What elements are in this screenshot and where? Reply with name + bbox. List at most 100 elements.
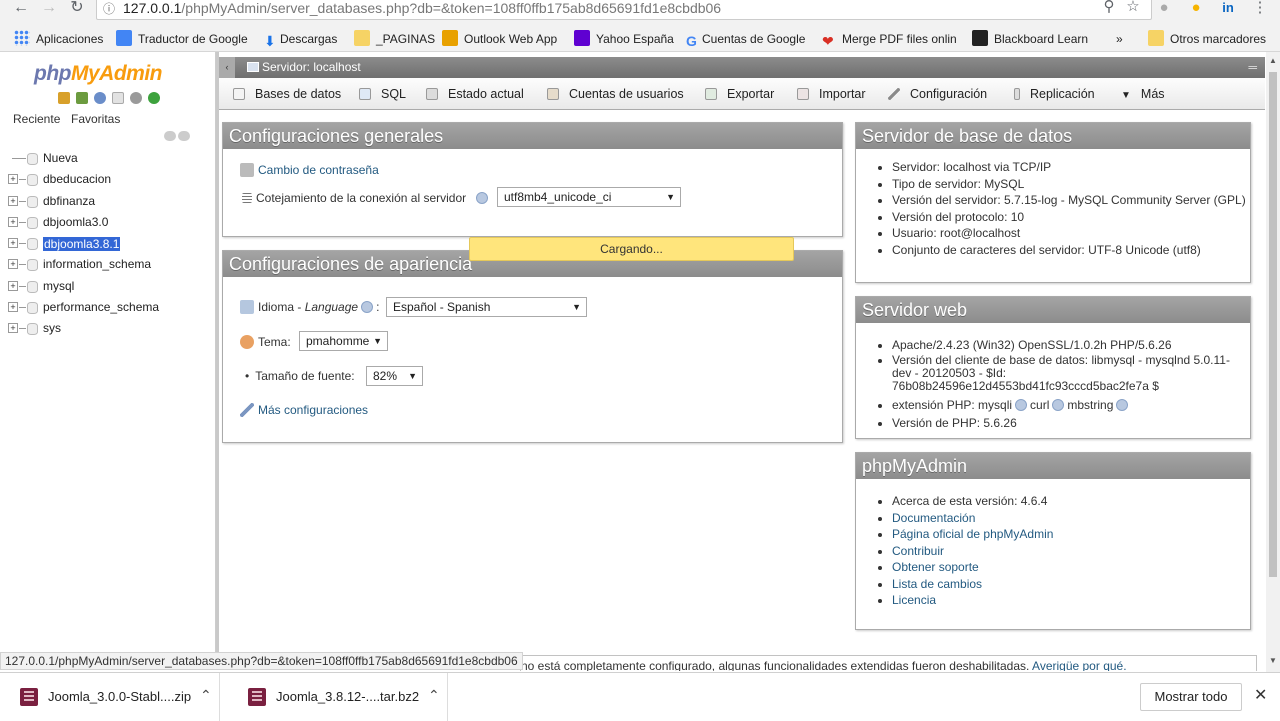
folder-icon [1148,30,1164,46]
tree-item-db[interactable]: + dbeducacion [0,169,216,190]
bookmark-google-accounts[interactable]: G Cuentas de Google [686,30,805,49]
tree-item-db[interactable]: + dbfinanza [0,191,216,212]
expand-icon[interactable]: + [8,280,18,291]
tab-recent[interactable]: Reciente [13,112,60,126]
expand-icon[interactable]: + [8,195,18,206]
wrench-icon [888,88,900,100]
tab-databases[interactable]: Bases de datos [233,78,341,110]
bookmark-translate[interactable]: Traductor de Google [116,30,248,48]
pma-logo[interactable]: phpMyAdmin [34,62,162,86]
tab-settings[interactable]: Configuración [888,78,987,110]
help-icon[interactable] [1116,398,1129,411]
collapse-topbar-icon[interactable]: ═ [1248,57,1257,78]
tree-item-new[interactable]: Nueva [0,148,216,169]
changelog-link[interactable]: Lista de cambios [892,577,982,591]
support-link[interactable]: Obtener soporte [892,560,979,574]
tree-item-db[interactable]: + performance_schema [0,297,216,318]
menu-icon[interactable]: ⋮ [1250,0,1270,18]
back-icon[interactable]: ← [10,0,32,18]
loading-indicator: Cargando... [469,237,794,261]
tree-item-db[interactable]: + mysql [0,276,216,297]
tab-more[interactable]: ▼ Más [1121,78,1165,110]
expand-icon[interactable]: + [8,238,18,249]
bookmark-downloads[interactable]: ⬇ Descargas [264,30,337,49]
collapse-all-icon[interactable] [164,131,176,141]
show-all-button[interactable]: Mostrar todo [1140,683,1242,711]
tree-item-db[interactable]: + dbjoomla3.8.1 [0,233,216,254]
help-icon[interactable] [1015,398,1028,411]
bookmarks-overflow[interactable]: » [1116,30,1123,48]
reload-icon[interactable]: ↻ [66,0,88,18]
close-icon[interactable]: ✕ [1254,685,1267,705]
collapse-nav-icon[interactable]: ‹ [219,57,235,78]
bookmark-paginas[interactable]: _PAGINAS [354,30,435,48]
expand-icon[interactable]: + [8,174,18,185]
notice-link[interactable]: Averigüe por qué. [1032,659,1127,671]
bookmark-merge-pdf[interactable]: ❤ Merge PDF files onlin [822,30,957,49]
bookmark-outlook[interactable]: Outlook Web App [442,30,557,48]
tab-user-accounts[interactable]: Cuentas de usuarios [547,78,684,110]
help-icon[interactable] [1052,398,1065,411]
linkedin-icon[interactable]: in [1218,0,1238,18]
address-bar[interactable]: ⓘ 127.0.0.1/phpMyAdmin/server_databases.… [96,0,1152,20]
database-icon [27,174,38,187]
bookmark-apps[interactable]: Aplicaciones [14,30,103,48]
nav-icon-bar [58,92,166,106]
home-icon[interactable] [58,92,70,104]
panel-title: Servidor de base de datos [856,123,1250,149]
replication-icon [1014,88,1020,100]
homepage-link[interactable]: Página oficial de phpMyAdmin [892,527,1053,541]
bookmark-other[interactable]: Otros marcadores [1148,30,1266,48]
license-link[interactable]: Licencia [892,593,936,607]
contribute-link[interactable]: Contribuir [892,544,944,558]
documentation-link[interactable]: Documentación [892,511,975,525]
tab-sql[interactable]: SQL [359,78,406,110]
nav-resizer[interactable] [216,52,219,652]
extension-icon[interactable]: ● [1154,0,1174,18]
tree-item-db[interactable]: + information_schema [0,254,216,275]
tree-item-db[interactable]: + sys [0,318,216,339]
change-password-link[interactable]: Cambio de contraseña [258,163,379,177]
info-icon[interactable]: ⓘ [103,1,117,16]
tab-export[interactable]: Exportar [705,78,774,110]
docs-icon[interactable] [112,92,124,104]
language-select[interactable]: Español - Spanish ▼ [386,297,587,317]
help-icon[interactable] [361,301,374,313]
expand-icon[interactable]: + [8,259,18,270]
collation-select[interactable]: utf8mb4_unicode_ci ▼ [497,187,681,207]
scroll-down-icon[interactable]: ▼ [1268,656,1278,665]
settings-icon[interactable] [130,92,142,104]
tab-status[interactable]: Estado actual [426,78,524,110]
bookmark-blackboard[interactable]: Blackboard Learn [972,30,1088,48]
scroll-up-icon[interactable]: ▲ [1268,56,1278,65]
logout-icon[interactable] [76,92,88,104]
extension-bulb-icon[interactable]: ● [1186,0,1206,18]
chevron-up-icon[interactable]: ⌃ [200,687,212,704]
expand-icon[interactable]: + [8,323,18,334]
bookmark-yahoo[interactable]: Yahoo España [574,30,674,48]
link-icon[interactable] [178,131,190,141]
tab-replication[interactable]: Replicación [1014,78,1095,110]
more-settings-link[interactable]: Más configuraciones [258,403,368,417]
forward-icon[interactable]: → [38,0,60,18]
download-item[interactable]: Joomla_3.0.0-Stabl....zip ⌃ [0,673,220,721]
reload-nav-icon[interactable] [148,92,160,104]
tab-import[interactable]: Importar [797,78,866,110]
fontsize-select[interactable]: 82% ▼ [366,366,423,386]
expand-icon[interactable]: + [8,216,18,227]
list-item: Tipo de servidor: MySQL [892,176,1250,193]
help-icon[interactable] [94,92,106,104]
expand-icon[interactable]: + [8,302,18,313]
page-scrollbar[interactable]: ▲ ▼ [1266,52,1280,672]
download-item[interactable]: Joomla_3.8.12-....tar.bz2 ⌃ [228,673,448,721]
chevron-up-icon[interactable]: ⌃ [428,687,440,704]
pma-info: Acerca de esta versión: 4.6.4 Documentac… [856,493,1250,609]
tree-item-db[interactable]: + dbjoomla3.0 [0,212,216,233]
theme-select[interactable]: pmahomme ▼ [299,331,388,351]
help-icon[interactable] [476,192,489,204]
breadcrumb-server[interactable]: Servidor: localhost [262,57,361,78]
tab-favorites[interactable]: Favoritas [71,112,120,126]
zoom-icon[interactable]: ⚲ [1099,0,1119,17]
bookmark-star-icon[interactable]: ☆ [1123,0,1143,17]
scrollbar-thumb[interactable] [1269,72,1277,577]
